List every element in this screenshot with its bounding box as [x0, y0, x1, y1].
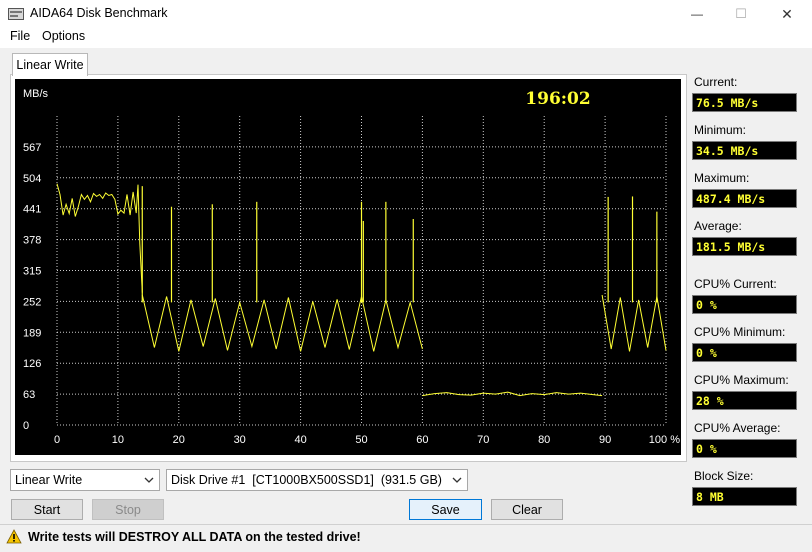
clear-button[interactable]: Clear [491, 499, 563, 520]
y-tick-label: 567 [23, 142, 41, 154]
x-tick-label: 0 [54, 434, 60, 446]
menu-options[interactable]: Options [40, 29, 87, 43]
menu-bar [0, 28, 812, 48]
cpu-minimum-label: CPU% Minimum: [694, 325, 786, 339]
stop-button[interactable]: Stop [92, 499, 164, 520]
x-tick-label: 60 [416, 434, 428, 446]
warning-message: Write tests will DESTROY ALL DATA on the… [6, 529, 361, 544]
series-line [56, 183, 143, 293]
x-tick-label: 20 [173, 434, 185, 446]
series-line [601, 294, 667, 352]
x-tick-label: 30 [234, 434, 246, 446]
menu-file[interactable]: File [8, 29, 32, 43]
cpu-maximum-label: CPU% Maximum: [694, 373, 789, 387]
test-type-value: Linear Write [15, 473, 83, 487]
drive-select[interactable]: Disk Drive #1 [CT1000BX500SSD1] (931.5 G… [166, 469, 468, 491]
average-value: 181.5 MB/s [692, 237, 797, 256]
maximum-value: 487.4 MB/s [692, 189, 797, 208]
close-button[interactable]: ✕ [764, 0, 810, 28]
close-icon: ✕ [781, 5, 793, 22]
x-tick-label: 40 [294, 434, 306, 446]
app-icon [8, 8, 24, 20]
cpu-current-label: CPU% Current: [694, 277, 777, 291]
tab-linear-write[interactable]: Linear Write [12, 53, 88, 76]
y-tick-label: 63 [23, 389, 35, 401]
y-tick-label: 315 [23, 266, 41, 278]
minimum-label: Minimum: [694, 123, 747, 137]
cpu-current-value: 0 % [692, 295, 797, 314]
cpu-maximum-value: 28 % [692, 391, 797, 410]
cpu-average-label: CPU% Average: [694, 421, 781, 435]
y-tick-label: 504 [23, 173, 41, 185]
average-label: Average: [694, 219, 742, 233]
x-tick-label: 90 [599, 434, 611, 446]
cpu-average-value: 0 % [692, 439, 797, 458]
x-tick-label: 50 [355, 434, 367, 446]
y-tick-label: 441 [23, 204, 41, 216]
start-button[interactable]: Start [11, 499, 83, 520]
test-type-select[interactable]: Linear Write [10, 469, 160, 491]
benchmark-chart: 567 504 441 378 315 252 189 126 63 0 0 10 20 30 40 50 60… [15, 79, 681, 455]
maximize-button[interactable]: ☐ [718, 0, 764, 28]
block-size-value: 8 MB [692, 487, 797, 506]
y-axis-label: MB/s [23, 88, 49, 100]
y-tick-label: 126 [23, 358, 41, 370]
x-tick-label: 10 [112, 434, 124, 446]
cpu-minimum-value: 0 % [692, 343, 797, 362]
y-tick-label: 0 [23, 420, 29, 432]
y-tick-label: 189 [23, 327, 41, 339]
minimize-button[interactable]: — [674, 0, 720, 28]
warning-text: Write tests will DESTROY ALL DATA on the… [28, 529, 361, 544]
x-tick-label: 70 [477, 434, 489, 446]
warning-icon [6, 529, 22, 544]
minimum-value: 34.5 MB/s [692, 141, 797, 160]
maximize-icon: ☐ [735, 6, 747, 21]
y-tick-label: 252 [23, 296, 41, 308]
maximum-label: Maximum: [694, 171, 750, 185]
chevron-down-icon [452, 477, 462, 483]
window-title: AIDA64 Disk Benchmark [30, 6, 168, 20]
current-label: Current: [694, 75, 738, 89]
block-size-label: Block Size: [694, 469, 754, 483]
series-line [141, 294, 423, 352]
current-value: 76.5 MB/s [692, 93, 797, 112]
minimize-icon: — [691, 7, 703, 21]
series-line [422, 391, 603, 397]
y-tick-label: 378 [23, 235, 41, 247]
elapsed-timer: 196:02 [525, 89, 590, 109]
drive-value: Disk Drive #1 [CT1000BX500SSD1] (931.5 G… [171, 473, 442, 487]
status-divider [0, 524, 812, 525]
x-tick-label: 100 % [649, 434, 680, 446]
x-tick-label: 80 [538, 434, 550, 446]
chevron-down-icon [144, 477, 154, 483]
save-button[interactable]: Save [409, 499, 482, 520]
